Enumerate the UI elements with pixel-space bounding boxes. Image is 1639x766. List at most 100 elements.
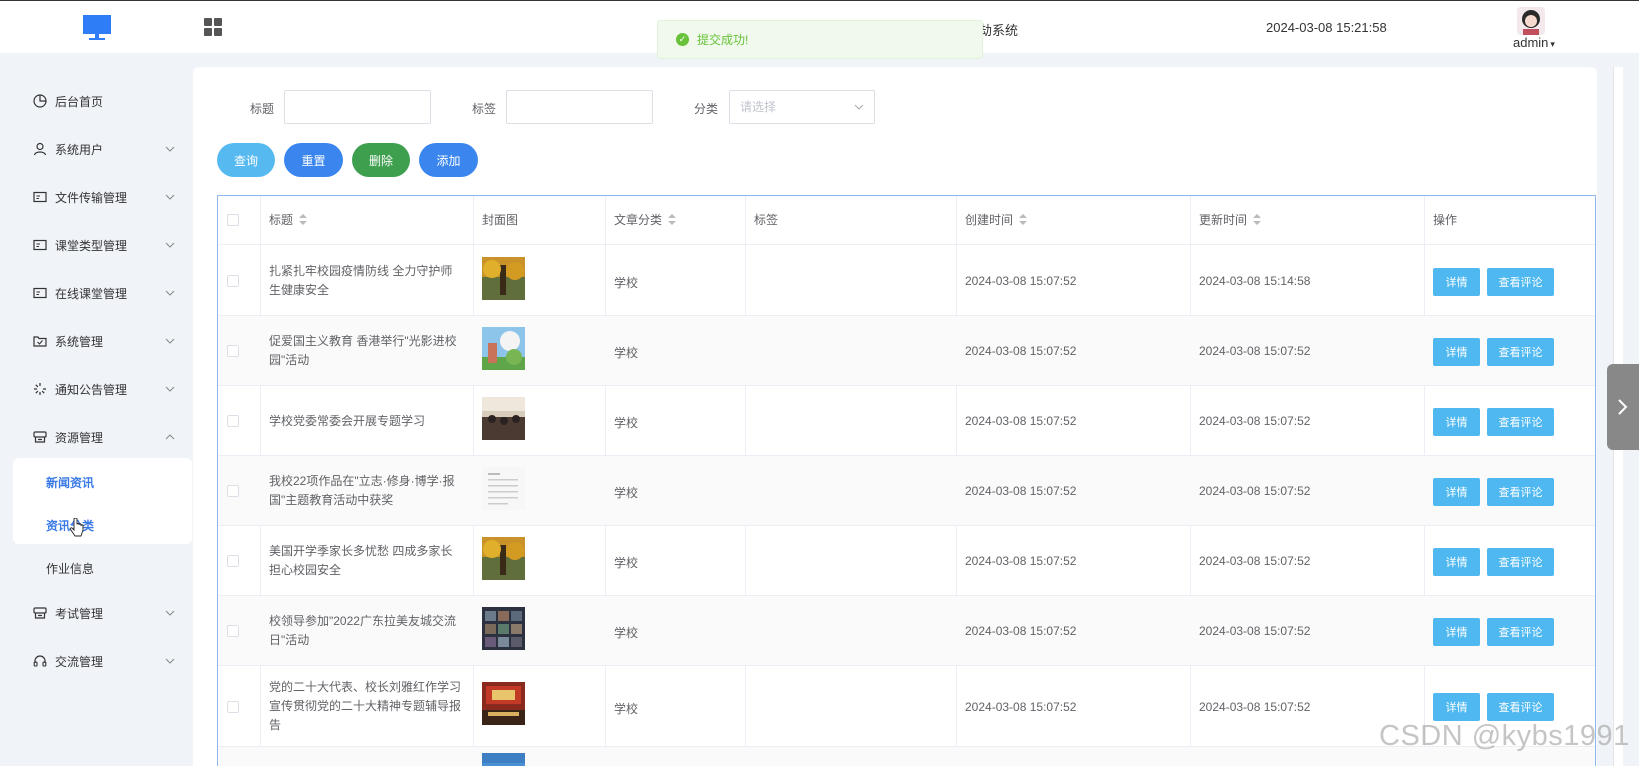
column-header-created[interactable]: 创建时间 (956, 196, 1028, 245)
table-row: 扎紧扎牢校园疫情防线 全力守护师生健康安全 学校 2024-03-08 15:0… (218, 246, 1595, 316)
row-category: 学校 (614, 276, 639, 290)
sidebar-item-label: 后台首页 (55, 94, 104, 109)
row-checkbox[interactable] (227, 275, 239, 287)
cover-image[interactable] (482, 537, 525, 580)
user-menu[interactable]: admin ▾ (1513, 35, 1555, 50)
row-checkbox[interactable] (227, 701, 239, 713)
mouse-cursor-icon (70, 518, 84, 537)
detail-button[interactable]: 详情 (1433, 693, 1480, 721)
tag-filter-input[interactable] (506, 90, 653, 124)
sidebar-item-label: 交流管理 (55, 654, 104, 669)
detail-button[interactable]: 详情 (1433, 548, 1480, 576)
user-avatar[interactable] (1517, 7, 1545, 35)
card-icon (33, 191, 47, 203)
column-header-title[interactable]: 标题 (260, 196, 308, 245)
sidebar-item-system-users[interactable]: 系统用户 (0, 129, 192, 169)
user-icon (33, 142, 47, 156)
loading-sparkle-icon (34, 383, 46, 395)
row-created: 2024-03-08 15:07:52 (965, 484, 1077, 498)
sidebar-item-resources[interactable]: 资源管理 (0, 417, 192, 457)
sidebar-item-label: 系统管理 (55, 334, 104, 349)
cover-image[interactable] (482, 607, 525, 650)
cover-image[interactable] (482, 753, 525, 766)
sidebar-item-file-transfer[interactable]: 文件传输管理 (0, 177, 192, 217)
column-header-label: 更新时间 (1199, 213, 1248, 227)
check-circle-icon: ✓ (676, 33, 689, 46)
cover-image[interactable] (482, 397, 525, 440)
column-header-category[interactable]: 文章分类 (605, 196, 677, 245)
cover-image[interactable] (482, 682, 525, 725)
row-checkbox[interactable] (227, 625, 239, 637)
row-updated: 2024-03-08 15:07:52 (1199, 624, 1311, 638)
row-title: 美国开学季家长多忧愁 四成多家长担心校园安全 (269, 544, 453, 577)
watermark: CSDN @kybs1991 (1379, 720, 1630, 752)
column-header-label: 封面图 (482, 213, 519, 227)
row-checkbox[interactable] (227, 415, 239, 427)
table-row: 我校22项作品在"立志·修身·博学·报国"主题教育活动中获奖 学校 2024-0… (218, 456, 1595, 526)
row-title: 我校22项作品在"立志·修身·博学·报国"主题教育活动中获奖 (269, 474, 455, 507)
category-select[interactable]: 请选择 (729, 90, 875, 124)
query-button[interactable]: 查询 (217, 143, 275, 177)
sidebar-item-system-manage[interactable]: 系统管理 (0, 321, 192, 361)
sidebar-item-class-types[interactable]: 课堂类型管理 (0, 225, 192, 265)
cover-image[interactable] (482, 257, 525, 300)
view-comments-button[interactable]: 查看评论 (1487, 268, 1554, 296)
expand-panel-button[interactable] (1607, 364, 1639, 450)
chevron-down-icon (165, 658, 175, 664)
sort-icon[interactable] (299, 214, 308, 226)
sidebar-item-notices[interactable]: 通知公告管理 (0, 369, 192, 409)
row-category: 学校 (614, 556, 639, 570)
sort-icon[interactable] (1253, 214, 1262, 226)
detail-button[interactable]: 详情 (1433, 338, 1480, 366)
view-comments-button[interactable]: 查看评论 (1487, 693, 1554, 721)
sidebar-item-exams[interactable]: 考试管理 (0, 593, 192, 633)
select-all-checkbox[interactable] (227, 214, 239, 226)
view-comments-button[interactable]: 查看评论 (1487, 548, 1554, 576)
title-filter-input[interactable] (284, 90, 431, 124)
cover-image[interactable] (482, 327, 525, 370)
detail-button[interactable]: 详情 (1433, 408, 1480, 436)
chevron-down-icon (854, 104, 864, 110)
table-header: 标题 封面图 文章分类 标签 创建时间 更新时间 操作 (218, 196, 1595, 245)
sidebar-subitem-news[interactable]: 新闻资讯 (46, 474, 94, 491)
chevron-down-icon (165, 194, 175, 200)
news-table: 标题 封面图 文章分类 标签 创建时间 更新时间 操作 扎紧扎牢校园疫情防线 全… (217, 195, 1596, 766)
view-comments-button[interactable]: 查看评论 (1487, 618, 1554, 646)
sidebar-item-label: 文件传输管理 (55, 190, 128, 205)
row-checkbox[interactable] (227, 345, 239, 357)
reset-button[interactable]: 重置 (284, 143, 343, 177)
sidebar-item-communication[interactable]: 交流管理 (0, 641, 192, 681)
detail-button[interactable]: 详情 (1433, 268, 1480, 296)
detail-button[interactable]: 详情 (1433, 478, 1480, 506)
row-checkbox[interactable] (227, 555, 239, 567)
cover-image[interactable] (482, 467, 525, 510)
row-checkbox[interactable] (227, 485, 239, 497)
sidebar-item-online-class[interactable]: 在线课堂管理 (0, 273, 192, 313)
sidebar-subitem-homework[interactable]: 作业信息 (46, 560, 94, 577)
category-select-placeholder: 请选择 (740, 100, 777, 114)
sort-icon[interactable] (1019, 214, 1028, 226)
sort-icon[interactable] (668, 214, 677, 226)
view-comments-button[interactable]: 查看评论 (1487, 338, 1554, 366)
table-row: 学校党委常委会开展专题学习 学校 2024-03-08 15:07:52 202… (218, 386, 1595, 456)
view-comments-button[interactable]: 查看评论 (1487, 478, 1554, 506)
row-created: 2024-03-08 15:07:52 (965, 344, 1077, 358)
sidebar-item-label: 通知公告管理 (55, 382, 128, 397)
chevron-right-icon (1618, 399, 1628, 415)
system-title: 劫系统 (979, 23, 1019, 38)
sidebar-item-dashboard[interactable]: 后台首页 (0, 81, 192, 121)
table-row: 促爱国主义教育 香港举行"光影进校园"活动 学校 2024-03-08 15:0… (218, 316, 1595, 386)
column-header-updated[interactable]: 更新时间 (1190, 196, 1262, 245)
headset-icon (33, 655, 47, 667)
sidebar-item-label: 课堂类型管理 (55, 238, 128, 253)
row-updated: 2024-03-08 15:07:52 (1199, 700, 1311, 714)
detail-button[interactable]: 详情 (1433, 618, 1480, 646)
apps-grid-icon[interactable] (204, 18, 224, 38)
row-updated: 2024-03-08 15:07:52 (1199, 484, 1311, 498)
view-comments-button[interactable]: 查看评论 (1487, 408, 1554, 436)
row-created: 2024-03-08 15:07:52 (965, 414, 1077, 428)
delete-button[interactable]: 删除 (352, 143, 410, 177)
row-title: 校领导参加"2022广东拉美友城交流日"活动 (269, 614, 456, 647)
pie-chart-icon (33, 94, 47, 108)
add-button[interactable]: 添加 (419, 143, 478, 177)
